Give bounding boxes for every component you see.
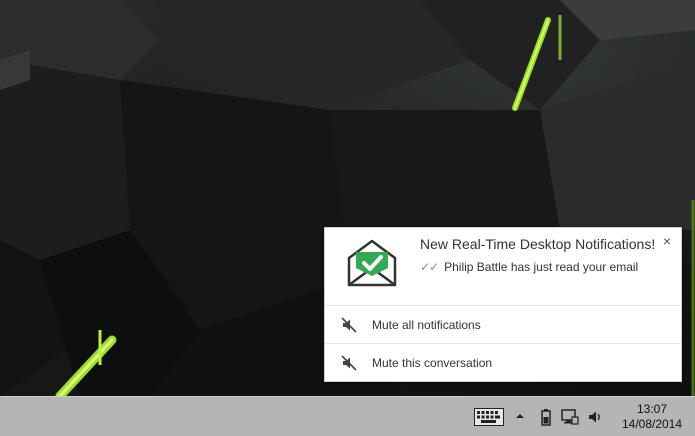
close-icon[interactable]: ×: [663, 234, 671, 248]
clock-date: 14/08/2014: [621, 417, 683, 431]
notification-message-text: Philip Battle has just read your email: [444, 260, 639, 274]
mute-all-label: Mute all notifications: [372, 318, 481, 332]
mute-conversation-label: Mute this conversation: [372, 356, 493, 370]
notification-header: New Real-Time Desktop Notifications! ✓✓ P…: [325, 228, 681, 306]
taskbar-clock[interactable]: 13:07 14/08/2014: [616, 402, 688, 432]
mute-icon: [341, 317, 357, 333]
network-icon[interactable]: [561, 408, 579, 426]
read-ticks-icon: ✓✓: [420, 260, 439, 274]
keyboard-icon[interactable]: [474, 408, 504, 426]
taskbar: 13:07 14/08/2014: [0, 396, 695, 436]
mute-icon: [341, 355, 357, 371]
chevron-up-icon[interactable]: [515, 411, 525, 421]
notification-message: ✓✓ Philip Battle has just read your email: [420, 260, 638, 274]
mute-all-button[interactable]: Mute all notifications: [325, 306, 681, 344]
volume-icon[interactable]: [587, 409, 603, 425]
envelope-check-icon: [347, 239, 397, 287]
mute-conversation-button[interactable]: Mute this conversation: [325, 344, 681, 382]
clock-time: 13:07: [636, 402, 668, 416]
notification-title: New Real-Time Desktop Notifications!: [420, 236, 656, 252]
desktop-notification[interactable]: New Real-Time Desktop Notifications! ✓✓ P…: [324, 227, 682, 382]
power-icon[interactable]: [538, 408, 554, 426]
